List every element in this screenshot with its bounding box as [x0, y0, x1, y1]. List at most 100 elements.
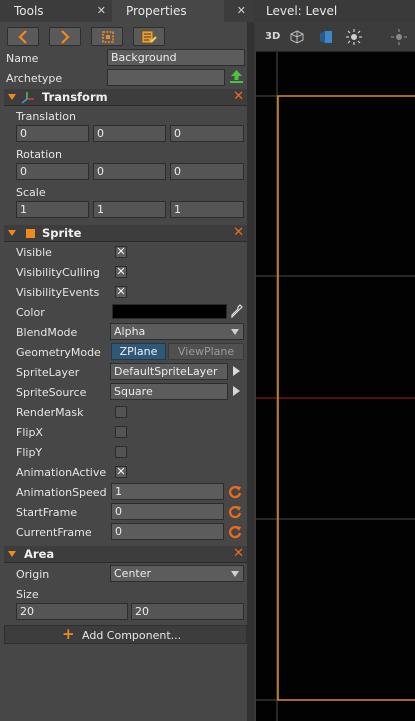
- name-label: Name: [6, 52, 39, 65]
- sprite-icon: [26, 229, 35, 238]
- reset-current-frame-icon[interactable]: [228, 525, 242, 539]
- current-frame-label: CurrentFrame: [16, 526, 92, 539]
- remove-transform-icon[interactable]: ✕: [233, 90, 244, 104]
- flipy-label: FlipY: [16, 446, 43, 459]
- transform-axes-icon: [21, 92, 34, 104]
- sprite-source-arrow-icon[interactable]: [231, 383, 242, 400]
- translation-y-input[interactable]: 0: [93, 125, 166, 142]
- geometry-zplane-button[interactable]: ZPlane: [111, 343, 166, 360]
- color-swatch[interactable]: [112, 304, 227, 319]
- add-component-label: Add Component...: [82, 629, 182, 642]
- rotation-z-input[interactable]: 0: [170, 163, 244, 180]
- plus-icon: +: [62, 625, 75, 643]
- visibility-culling-checkbox[interactable]: ✕: [115, 266, 127, 278]
- start-frame-input[interactable]: 0: [111, 503, 224, 520]
- viewport-toolbar: 3D: [256, 22, 415, 52]
- camera-icon[interactable]: [319, 29, 333, 45]
- tab-tools[interactable]: Tools ✕: [0, 0, 112, 22]
- archetype-label: Archetype: [6, 72, 63, 85]
- name-input[interactable]: Background: [107, 49, 245, 66]
- remove-sprite-icon[interactable]: ✕: [233, 226, 244, 240]
- animation-active-checkbox[interactable]: ✕: [115, 466, 127, 478]
- lighting-icon[interactable]: [346, 29, 362, 45]
- cube-icon[interactable]: [290, 30, 304, 44]
- area-section-header[interactable]: Area ✕: [4, 546, 247, 563]
- rotation-x-input[interactable]: 0: [16, 163, 89, 180]
- scale-y-input[interactable]: 1: [93, 201, 166, 218]
- document-edit-icon: [141, 30, 157, 44]
- flipx-label: FlipX: [16, 426, 43, 439]
- visible-checkbox[interactable]: ✕: [115, 246, 127, 258]
- tab-overflow-close-icon[interactable]: ✕: [237, 0, 246, 22]
- rotation-label: Rotation: [16, 148, 63, 161]
- panel-scrollbar-track[interactable]: [247, 22, 254, 721]
- back-button[interactable]: [7, 27, 39, 46]
- forward-button[interactable]: [49, 27, 81, 46]
- viewport-grid: [256, 52, 415, 721]
- blendmode-label: BlendMode: [16, 326, 78, 339]
- sprite-source-label: SpriteSource: [16, 386, 87, 399]
- area-title: Area: [24, 547, 55, 561]
- sprite-source-input[interactable]: Square: [110, 383, 228, 400]
- level-viewport[interactable]: [256, 22, 415, 721]
- current-frame-input[interactable]: 0: [111, 523, 224, 540]
- collapse-triangle-icon: [8, 94, 16, 100]
- reset-animation-speed-icon[interactable]: [228, 485, 242, 499]
- start-frame-label: StartFrame: [16, 506, 78, 519]
- tab-tools-close-icon[interactable]: ✕: [97, 0, 106, 22]
- sprite-section-header[interactable]: Sprite ✕: [4, 225, 247, 242]
- animation-speed-label: AnimationSpeed: [16, 486, 107, 499]
- tab-level-label: Level: Level: [266, 4, 338, 18]
- tab-properties-label: Properties: [126, 4, 187, 18]
- size-x-input[interactable]: 20: [16, 603, 128, 620]
- origin-label: Origin: [16, 568, 50, 581]
- transform-title: Transform: [42, 90, 108, 104]
- size-y-input[interactable]: 20: [131, 603, 244, 620]
- scale-label: Scale: [16, 186, 46, 199]
- color-label: Color: [16, 306, 45, 319]
- sprite-layer-input[interactable]: DefaultSpriteLayer: [110, 363, 228, 380]
- blendmode-select[interactable]: Alpha: [110, 323, 244, 340]
- tab-level[interactable]: Level: Level: [254, 0, 415, 22]
- animation-speed-input[interactable]: 1: [111, 483, 224, 500]
- rotation-y-input[interactable]: 0: [93, 163, 166, 180]
- select-object-button[interactable]: [91, 27, 123, 46]
- visibility-culling-label: VisibilityCulling: [16, 266, 100, 279]
- geometry-viewplane-button[interactable]: ViewPlane: [168, 343, 244, 360]
- translation-z-input[interactable]: 0: [170, 125, 244, 142]
- size-label: Size: [16, 588, 39, 601]
- sprite-title: Sprite: [42, 226, 82, 240]
- arrow-left-icon: [18, 30, 27, 44]
- mode-3d-toggle[interactable]: 3D: [265, 31, 280, 42]
- add-component-button[interactable]: + Add Component...: [4, 625, 247, 644]
- flipy-checkbox[interactable]: [115, 446, 127, 458]
- transform-section-header[interactable]: Transform ✕: [4, 89, 247, 106]
- open-archetype-button[interactable]: [133, 27, 165, 46]
- translation-x-input[interactable]: 0: [16, 125, 89, 142]
- sprite-layer-arrow-icon[interactable]: [231, 363, 242, 380]
- origin-select[interactable]: Center: [110, 565, 244, 582]
- archetype-input[interactable]: [107, 69, 225, 86]
- render-mask-checkbox[interactable]: [115, 406, 127, 418]
- right-tab-bar: Level: Level: [254, 0, 415, 22]
- arrow-right-icon: [61, 30, 70, 44]
- light-settings-icon[interactable]: [391, 29, 407, 45]
- geometry-mode-label: GeometryMode: [16, 346, 101, 359]
- sprite-layer-label: SpriteLayer: [16, 366, 80, 379]
- visibility-events-label: VisibilityEvents: [16, 286, 100, 299]
- tab-tools-label: Tools: [14, 4, 44, 18]
- eyedropper-icon[interactable]: [231, 304, 243, 318]
- remove-area-icon[interactable]: ✕: [233, 547, 244, 561]
- select-box-icon: [102, 31, 114, 43]
- tab-overflow[interactable]: ✕: [224, 0, 254, 22]
- scale-z-input[interactable]: 1: [170, 201, 244, 218]
- scale-x-input[interactable]: 1: [16, 201, 89, 218]
- upload-archetype-icon[interactable]: [229, 69, 244, 84]
- collapse-triangle-icon: [8, 551, 16, 557]
- visibility-events-checkbox[interactable]: ✕: [115, 286, 127, 298]
- render-mask-label: RenderMask: [16, 406, 84, 419]
- reset-start-frame-icon[interactable]: [228, 505, 242, 519]
- flipx-checkbox[interactable]: [115, 426, 127, 438]
- animation-active-label: AnimationActive: [16, 466, 107, 479]
- translation-label: Translation: [16, 110, 76, 123]
